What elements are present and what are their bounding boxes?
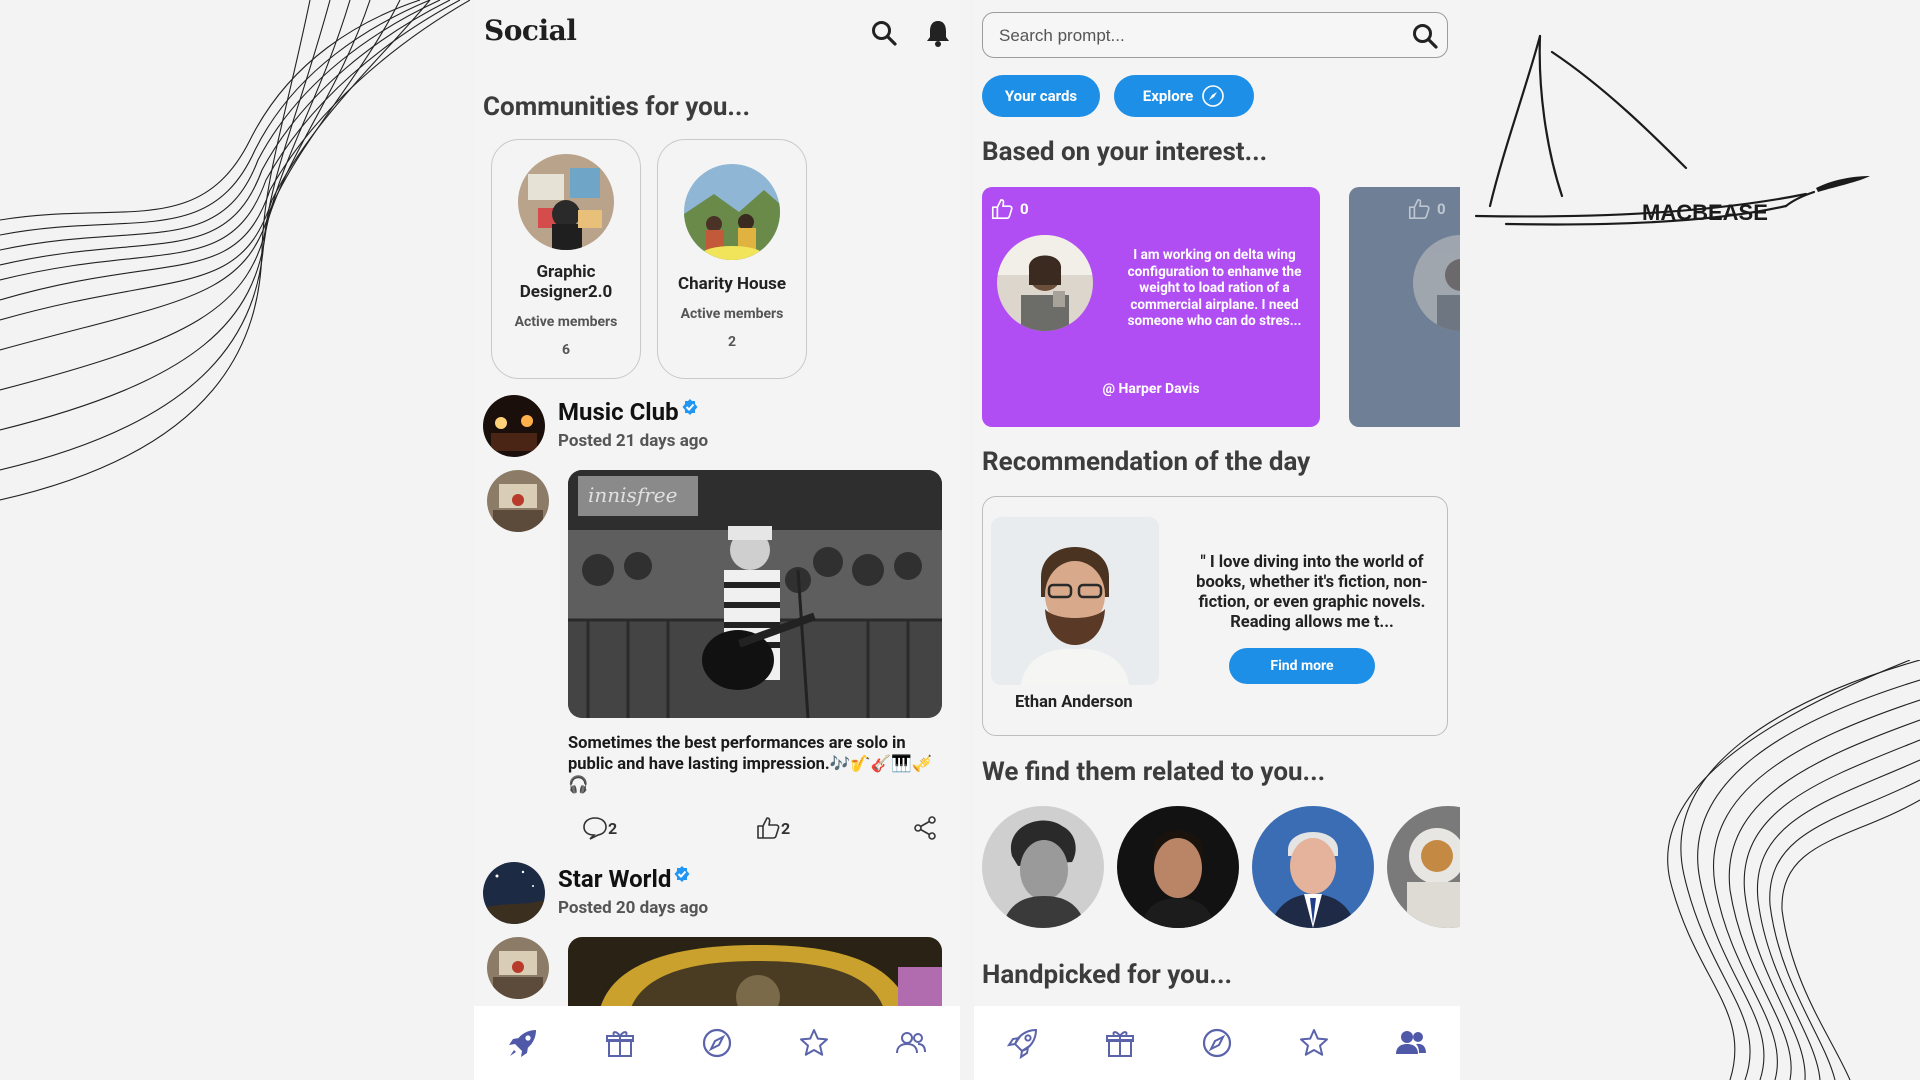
interest-like-button[interactable]: 0 bbox=[1407, 197, 1446, 221]
interest-text: I am working on delta wing configuration… bbox=[1127, 247, 1302, 329]
verified-badge-icon bbox=[674, 866, 690, 882]
interest-author-avatar bbox=[1413, 235, 1460, 331]
wave-decoration-right bbox=[1667, 660, 1920, 1080]
comment-button[interactable]: 2 bbox=[582, 815, 617, 841]
nav-gifts[interactable] bbox=[603, 1026, 637, 1060]
interest-card-next[interactable]: 0 bbox=[1349, 187, 1460, 427]
bell-icon[interactable] bbox=[923, 18, 953, 48]
nav-favorites[interactable] bbox=[797, 1026, 831, 1060]
explore-compass-icon bbox=[1202, 85, 1225, 107]
recommendation-card: " I love diving into the world of books,… bbox=[982, 496, 1448, 736]
community-avatar bbox=[518, 154, 614, 250]
nav-community[interactable] bbox=[894, 1026, 928, 1060]
thumbs-up-icon bbox=[757, 817, 780, 839]
people-icon bbox=[1396, 1031, 1427, 1054]
interest-author-avatar bbox=[997, 235, 1093, 331]
nav-favorites[interactable] bbox=[1297, 1026, 1331, 1060]
macbease-logo: MACBEASE bbox=[1474, 34, 1870, 226]
related-person-avatar[interactable] bbox=[1117, 806, 1239, 928]
verified-badge-icon bbox=[682, 399, 698, 415]
explore-label: Explore bbox=[1142, 87, 1194, 105]
handpicked-title: Handpicked for you... bbox=[982, 960, 1233, 990]
interest-like-count: 0 bbox=[1020, 200, 1029, 218]
bottom-nav bbox=[974, 1006, 1460, 1080]
post-time: Posted 21 days ago bbox=[558, 431, 709, 451]
interest-handle[interactable]: @ Harper Davis bbox=[982, 381, 1320, 397]
community-name: Graphic Designer2.0 bbox=[519, 262, 613, 302]
nav-feed[interactable] bbox=[1006, 1026, 1040, 1060]
logo-text: MACBEASE bbox=[1642, 200, 1768, 225]
commenter-avatar[interactable] bbox=[487, 470, 549, 532]
community-card-charity-house[interactable]: Charity House Active members 2 bbox=[657, 139, 807, 379]
compass-icon bbox=[1202, 1028, 1232, 1058]
rocket-icon bbox=[508, 1030, 536, 1057]
post-title[interactable]: Music Club bbox=[558, 398, 699, 426]
star-icon bbox=[800, 1029, 829, 1056]
post-title-text: Music Club bbox=[558, 398, 679, 426]
community-count: 6 bbox=[561, 342, 571, 358]
recommendation-title: Recommendation of the day bbox=[982, 447, 1311, 477]
nav-explore[interactable] bbox=[700, 1026, 734, 1060]
your-cards-button[interactable]: Your cards bbox=[982, 75, 1100, 117]
social-screen: Social Communities for you... Graphic De… bbox=[474, 0, 960, 1080]
community-sub: Active members bbox=[680, 306, 784, 322]
comment-count: 2 bbox=[608, 818, 618, 838]
post-title[interactable]: Star World bbox=[558, 865, 691, 893]
explore-button[interactable]: Explore bbox=[1114, 75, 1254, 117]
community-sub: Active members bbox=[514, 314, 618, 330]
rocket-icon bbox=[1006, 1028, 1037, 1060]
your-cards-label: Your cards bbox=[1004, 87, 1078, 105]
interest-card[interactable]: 0 I am working on delta wing configurati… bbox=[982, 187, 1320, 427]
nav-feed[interactable] bbox=[506, 1026, 540, 1060]
thumbs-up-icon bbox=[1408, 198, 1430, 220]
community-avatar bbox=[684, 164, 780, 260]
nav-gifts[interactable] bbox=[1103, 1026, 1137, 1060]
share-button[interactable] bbox=[912, 815, 938, 841]
related-person-avatar[interactable] bbox=[1252, 806, 1374, 928]
app-title: Social bbox=[484, 14, 577, 47]
related-title: We find them related to you... bbox=[982, 757, 1326, 787]
post-author-avatar[interactable] bbox=[483, 862, 545, 924]
post-title-text: Star World bbox=[558, 865, 672, 893]
recommendation-name[interactable]: Ethan Anderson bbox=[1015, 693, 1133, 712]
recommendation-quote: " I love diving into the world of books,… bbox=[1196, 553, 1428, 632]
gift-icon bbox=[1105, 1031, 1134, 1057]
community-card-graphic-designer[interactable]: Graphic Designer2.0 Active members 6 bbox=[491, 139, 641, 379]
post-time: Posted 20 days ago bbox=[558, 898, 709, 918]
related-person-avatar[interactable] bbox=[1387, 806, 1460, 928]
nav-community[interactable] bbox=[1394, 1026, 1428, 1060]
commenter-avatar[interactable] bbox=[487, 937, 549, 999]
post-image-busker[interactable]: innisfree bbox=[568, 470, 942, 718]
share-icon bbox=[914, 816, 936, 840]
related-person-avatar[interactable] bbox=[982, 806, 1104, 928]
post-caption: Sometimes the best performances are solo… bbox=[568, 734, 933, 795]
search-bar[interactable] bbox=[982, 12, 1448, 59]
thumbs-up-icon bbox=[991, 198, 1013, 220]
people-icon bbox=[896, 1032, 927, 1054]
explore-screen: Your cards Explore Based on your interes… bbox=[974, 0, 1460, 1080]
search-input[interactable] bbox=[997, 13, 1401, 59]
post-author-avatar[interactable] bbox=[483, 395, 545, 457]
community-name: Charity House bbox=[677, 274, 787, 294]
post-image-rocket[interactable] bbox=[568, 937, 942, 1017]
interest-like-count: 0 bbox=[1437, 200, 1446, 218]
svg-text:innisfree: innisfree bbox=[588, 483, 677, 507]
comment-icon bbox=[583, 817, 607, 840]
nav-explore[interactable] bbox=[1200, 1026, 1234, 1060]
like-button[interactable]: 2 bbox=[755, 815, 790, 841]
search-icon[interactable] bbox=[1411, 22, 1439, 50]
like-count: 2 bbox=[781, 818, 791, 838]
wave-decoration-left bbox=[0, 0, 470, 501]
find-more-button[interactable]: Find more bbox=[1229, 648, 1375, 684]
gift-icon bbox=[605, 1031, 634, 1057]
star-icon bbox=[1300, 1029, 1329, 1056]
compass-icon bbox=[702, 1028, 732, 1058]
communities-title: Communities for you... bbox=[483, 92, 751, 122]
recommendation-photo bbox=[991, 517, 1159, 685]
community-count: 2 bbox=[727, 334, 737, 350]
bottom-nav bbox=[474, 1006, 960, 1080]
search-icon[interactable] bbox=[869, 18, 899, 48]
interest-like-button[interactable]: 0 bbox=[990, 197, 1029, 221]
interest-title: Based on your interest... bbox=[982, 137, 1268, 167]
